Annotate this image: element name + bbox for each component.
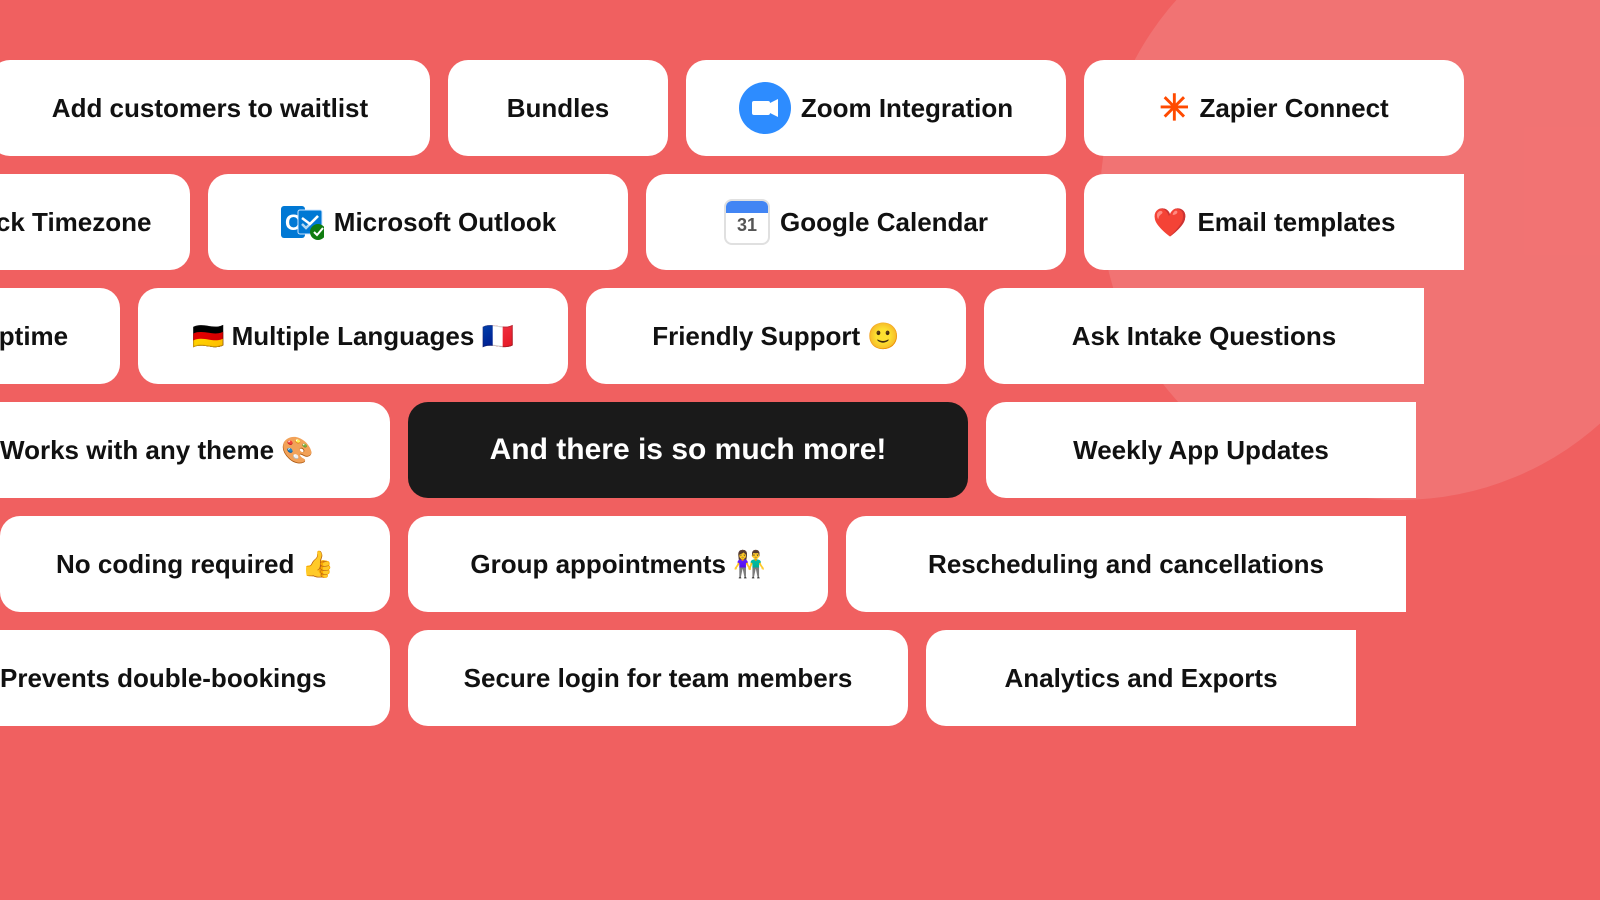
zoom-icon xyxy=(739,82,791,134)
bundles-chip[interactable]: Bundles xyxy=(448,60,668,156)
secure-login-label: Secure login for team members xyxy=(464,663,853,694)
group-chip[interactable]: Group appointments 👫 xyxy=(408,516,828,612)
zapier-icon: ✳ xyxy=(1159,87,1189,129)
intake-chip[interactable]: Ask Intake Questions xyxy=(984,288,1424,384)
theme-label: Works with any theme 🎨 xyxy=(0,435,314,466)
add-waitlist-chip[interactable]: Add customers to waitlist xyxy=(0,60,430,156)
email-templates-label: Email templates xyxy=(1197,207,1395,238)
zapier-label: Zapier Connect xyxy=(1199,93,1388,124)
analytics-label: Analytics and Exports xyxy=(1004,663,1277,694)
row-1: Add customers to waitlist Bundles Zoom I… xyxy=(0,60,1600,156)
row-3: Uptime 🇩🇪 Multiple Languages 🇫🇷 Friendly… xyxy=(0,288,1600,384)
add-waitlist-label: Add customers to waitlist xyxy=(52,93,368,124)
analytics-chip[interactable]: Analytics and Exports xyxy=(926,630,1356,726)
uptime-label: Uptime xyxy=(0,321,68,352)
support-chip[interactable]: Friendly Support 🙂 xyxy=(586,288,966,384)
zoom-label: Zoom Integration xyxy=(801,93,1013,124)
timezone-chip[interactable]: ock Timezone xyxy=(0,174,190,270)
gcal-chip[interactable]: 31 Google Calendar xyxy=(646,174,1066,270)
theme-chip[interactable]: Works with any theme 🎨 xyxy=(0,402,390,498)
uptime-chip[interactable]: Uptime xyxy=(0,288,120,384)
bundles-label: Bundles xyxy=(507,93,610,124)
weekly-updates-label: Weekly App Updates xyxy=(1073,435,1329,466)
languages-chip[interactable]: 🇩🇪 Multiple Languages 🇫🇷 xyxy=(138,288,568,384)
row-4: Works with any theme 🎨 And there is so m… xyxy=(0,402,1600,498)
features-grid: Add customers to waitlist Bundles Zoom I… xyxy=(0,60,1600,726)
heart-icon: ❤️ xyxy=(1153,206,1188,239)
no-coding-chip[interactable]: No coding required 👍 xyxy=(0,516,390,612)
no-coding-label: No coding required 👍 xyxy=(56,549,334,580)
outlook-label: Microsoft Outlook xyxy=(334,207,556,238)
reschedule-chip[interactable]: Rescheduling and cancellations xyxy=(846,516,1406,612)
double-bookings-label: Prevents double-bookings xyxy=(0,663,327,694)
weekly-updates-chip[interactable]: Weekly App Updates xyxy=(986,402,1416,498)
secure-login-chip[interactable]: Secure login for team members xyxy=(408,630,908,726)
languages-label: 🇩🇪 Multiple Languages 🇫🇷 xyxy=(192,321,514,352)
support-label: Friendly Support 🙂 xyxy=(652,321,900,352)
outlook-icon: O xyxy=(280,202,324,242)
timezone-label: ock Timezone xyxy=(0,207,151,238)
more-chip[interactable]: And there is so much more! xyxy=(408,402,968,498)
outlook-chip[interactable]: O Microsoft Outlook xyxy=(208,174,628,270)
group-label: Group appointments 👫 xyxy=(470,549,765,580)
row-5: No coding required 👍 Group appointments … xyxy=(0,516,1600,612)
zapier-chip[interactable]: ✳ Zapier Connect xyxy=(1084,60,1464,156)
reschedule-label: Rescheduling and cancellations xyxy=(928,549,1324,580)
gcal-icon: 31 xyxy=(724,199,770,245)
more-label: And there is so much more! xyxy=(490,433,887,467)
row-2: ock Timezone O Microsoft Outlook xyxy=(0,174,1600,270)
row-6: Prevents double-bookings Secure login fo… xyxy=(0,630,1600,726)
double-bookings-chip[interactable]: Prevents double-bookings xyxy=(0,630,390,726)
gcal-label: Google Calendar xyxy=(780,207,988,238)
email-templates-chip[interactable]: ❤️ Email templates xyxy=(1084,174,1464,270)
intake-label: Ask Intake Questions xyxy=(1072,321,1336,352)
zoom-chip[interactable]: Zoom Integration xyxy=(686,60,1066,156)
